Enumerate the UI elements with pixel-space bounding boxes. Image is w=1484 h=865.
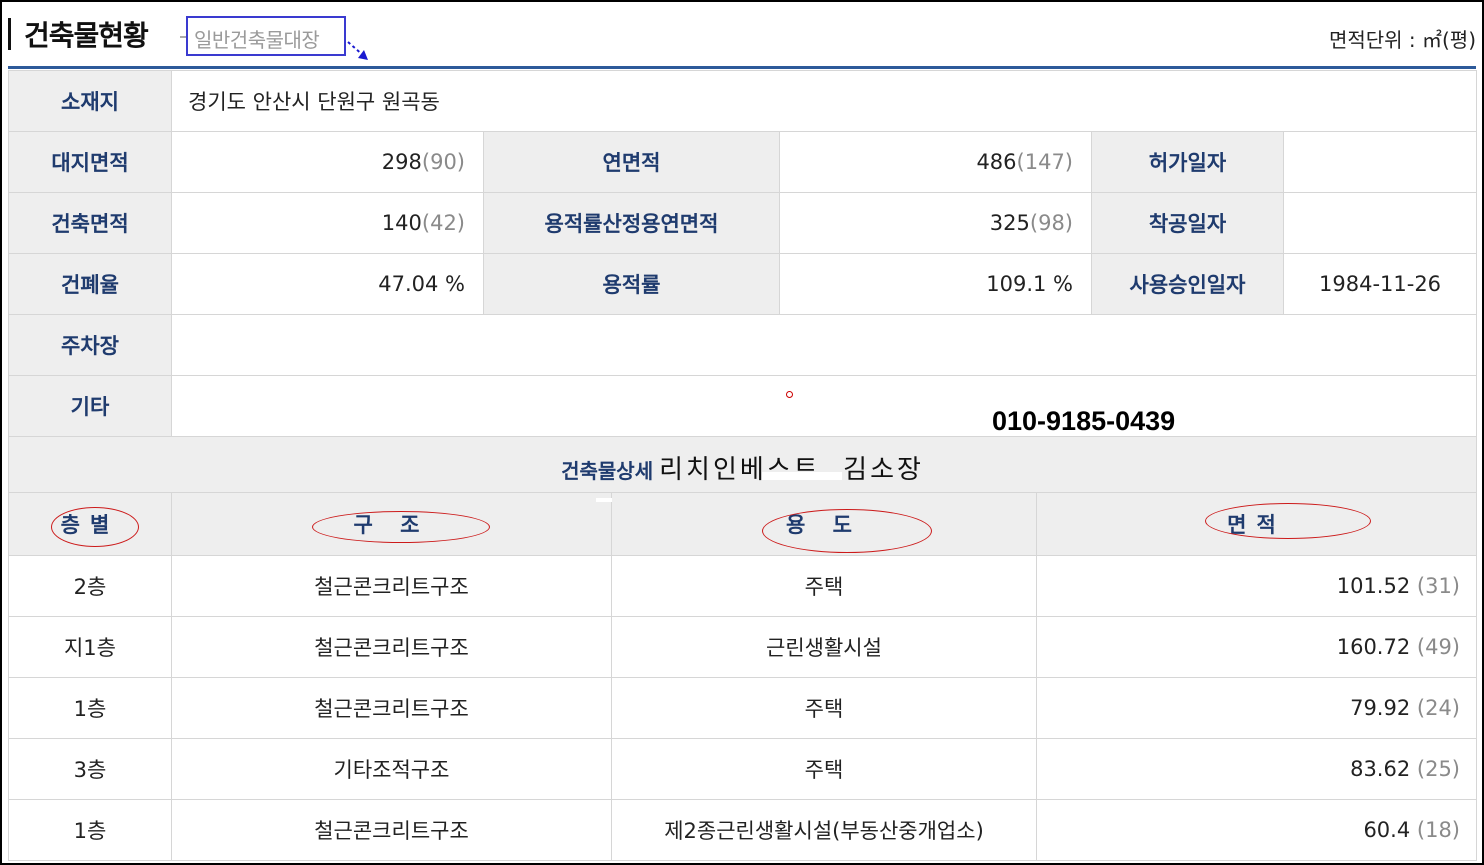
other-value: [170, 375, 1478, 437]
table-row: 주차장: [8, 314, 1478, 376]
location-label: 소재지: [8, 70, 172, 132]
area-cell: 101.52 (31): [1036, 555, 1477, 617]
page-title: 건축물현황: [24, 19, 149, 52]
start-date-label: 착공일자: [1091, 192, 1284, 254]
use-cell: 근린생활시설: [611, 616, 1037, 678]
building-area-value: 140(42): [171, 192, 484, 254]
far-floor-area-value: 325(98): [779, 192, 1092, 254]
table-row: 대지면적 298(90) 연면적 486(147) 허가일자: [8, 131, 1478, 193]
far-floor-area-pyeong: (98): [1029, 211, 1073, 235]
total-floor-area-label: 연면적: [483, 131, 780, 193]
overlay-phone-number: 010-9185-0439: [992, 406, 1176, 436]
table-row: 건폐율 47.04 % 용적률 109.1 % 사용승인일자 1984-11-2…: [8, 253, 1478, 315]
building-area-sqm: 140: [381, 211, 422, 235]
structure-cell: 철근콘크리트구조: [171, 799, 612, 861]
structure-cell: 철근콘크리트구조: [171, 555, 612, 617]
building-area-label: 건축면적: [8, 192, 172, 254]
area-sqm: 83.62: [1350, 757, 1411, 781]
annotation-dot: [786, 391, 793, 398]
floor-cell: 2층: [8, 555, 172, 617]
site-area-pyeong: (90): [421, 150, 465, 174]
total-floor-area-value: 486(147): [779, 131, 1092, 193]
table-header-row: 층별 구 조 용 도 면적: [8, 492, 1477, 556]
permit-date-label: 허가일자: [1091, 131, 1284, 193]
annotation-arrow-icon: [347, 41, 368, 60]
header-rule: [8, 66, 1476, 69]
table-row: 건축물상세 리치인베스트 .김소장: [7, 436, 1478, 498]
use-cell: 제2종근린생활시설(부동산중개업소): [611, 799, 1037, 861]
section-header: 건축물현황 일반건축물대장 면적단위 : ㎡(평): [8, 10, 1476, 66]
column-header-area: 면적: [1036, 492, 1477, 556]
site-area-label: 대지면적: [8, 131, 172, 193]
floor-cell: 3층: [8, 738, 172, 800]
parking-value: [170, 314, 1478, 376]
table-row: 1층 철근콘크리트구조 제2종근린생활시설(부동산중개업소) 60.4 (18): [8, 799, 1477, 861]
column-header-structure: 구 조: [171, 492, 612, 556]
area-pyeong: (31): [1416, 574, 1460, 598]
column-header-use: 용 도: [611, 492, 1037, 556]
area-sqm: 101.52: [1336, 574, 1411, 598]
parking-label: 주차장: [8, 314, 172, 376]
area-unit-label: 면적단위 : ㎡(평): [1328, 28, 1476, 52]
overlay-mask: [762, 472, 842, 480]
area-pyeong: (25): [1416, 757, 1460, 781]
floor-cell: 지1층: [8, 616, 172, 678]
table-row: 3층 기타조적구조 주택 83.62 (25): [8, 738, 1477, 800]
far-value: 109.1 %: [779, 253, 1092, 315]
page-subtitle: 일반건축물대장: [194, 28, 320, 52]
area-sqm: 79.92: [1350, 696, 1411, 720]
other-label: 기타: [8, 375, 172, 437]
floor-detail-table: 층별 구 조 용 도 면적 2층 철근콘크리트구조 주택 101.52 (31)…: [8, 492, 1477, 861]
table-row: 소재지 경기도 안산시 단원구 원곡동: [8, 70, 1478, 132]
building-info-table: 소재지 경기도 안산시 단원구 원곡동 대지면적 298(90) 연면적 486…: [7, 70, 1478, 498]
use-cell: 주택: [611, 738, 1037, 800]
site-area-value: 298(90): [171, 131, 484, 193]
area-cell: 79.92 (24): [1036, 677, 1477, 739]
bcr-value: 47.04 %: [171, 253, 484, 315]
column-header-floor: 층별: [8, 492, 172, 556]
area-cell: 83.62 (25): [1036, 738, 1477, 800]
building-area-pyeong: (42): [421, 211, 465, 235]
table-row: 건축면적 140(42) 용적률산정용연면적 325(98) 착공일자: [8, 192, 1478, 254]
table-row: 지1층 철근콘크리트구조 근린생활시설 160.72 (49): [8, 616, 1477, 678]
table-row: 2층 철근콘크리트구조 주택 101.52 (31): [8, 555, 1477, 617]
overlay-agency-name: 리치인베스트 .김소장: [659, 454, 924, 485]
far-floor-area-label: 용적률산정용연면적: [483, 192, 780, 254]
area-sqm: 160.72: [1336, 635, 1411, 659]
approval-date-value: 1984-11-26: [1282, 253, 1478, 315]
total-floor-area-sqm: 486: [976, 150, 1017, 174]
total-floor-area-pyeong: (147): [1016, 150, 1073, 174]
site-area-sqm: 298: [381, 150, 422, 174]
overlay-mask-small: [596, 498, 612, 502]
use-cell: 주택: [611, 555, 1037, 617]
area-pyeong: (49): [1416, 635, 1460, 659]
bcr-label: 건폐율: [8, 253, 172, 315]
table-row: 기타: [8, 375, 1478, 437]
far-label: 용적률: [483, 253, 780, 315]
building-detail-title: 건축물상세: [561, 458, 654, 483]
permit-date-value: [1282, 131, 1478, 193]
area-pyeong: (24): [1416, 696, 1460, 720]
approval-date-label: 사용승인일자: [1091, 253, 1284, 315]
location-value: 경기도 안산시 단원구 원곡동: [170, 70, 1478, 132]
title-bar: [8, 18, 11, 50]
area-sqm: 60.4: [1363, 818, 1411, 842]
floor-cell: 1층: [8, 677, 172, 739]
start-date-value: [1282, 192, 1478, 254]
structure-cell: 철근콘크리트구조: [171, 677, 612, 739]
structure-cell: 기타조적구조: [171, 738, 612, 800]
far-floor-area-sqm: 325: [989, 211, 1030, 235]
use-cell: 주택: [611, 677, 1037, 739]
area-cell: 160.72 (49): [1036, 616, 1477, 678]
structure-cell: 철근콘크리트구조: [171, 616, 612, 678]
table-row: 1층 철근콘크리트구조 주택 79.92 (24): [8, 677, 1477, 739]
area-pyeong: (18): [1416, 818, 1460, 842]
area-cell: 60.4 (18): [1036, 799, 1477, 861]
floor-cell: 1층: [8, 799, 172, 861]
building-detail-header: 건축물상세 리치인베스트 .김소장: [7, 436, 1478, 498]
